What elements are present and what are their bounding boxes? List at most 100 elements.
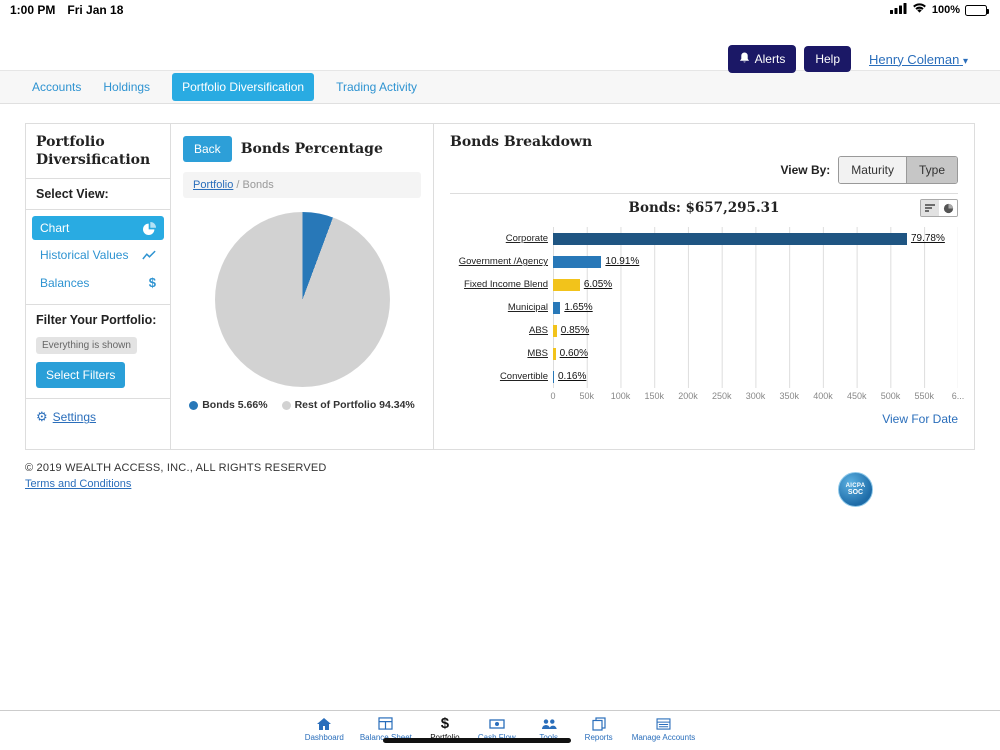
x-tick-label: 400k [813,391,833,401]
nav-item-dashboard[interactable]: Dashboard [305,716,344,742]
x-tick-label: 350k [779,391,799,401]
category-link-government-agency[interactable]: Government /Agency [450,256,553,267]
users-icon [541,716,557,731]
tab-trading-activity[interactable]: Trading Activity [336,80,417,94]
view-by-type-button[interactable]: Type [906,157,957,183]
select-filters-button[interactable]: Select Filters [36,362,125,388]
category-link-mbs[interactable]: MBS [450,348,553,359]
bar-row: Corporate 79.78% [450,227,958,250]
legend-label: Rest of Portfolio 94.34% [295,399,415,411]
home-indicator[interactable] [383,738,571,743]
x-tick-label: 200k [678,391,698,401]
bar-percent-label[interactable]: 0.16% [558,371,586,382]
bar-row: Convertible 0.16% [450,365,958,388]
status-date: Fri Jan 18 [67,3,123,17]
x-tick-label: 100k [611,391,631,401]
bonds-breakdown-panel: Bonds Breakdown View By: Maturity Type B… [434,124,974,449]
dollar-icon: $ [149,275,156,290]
bonds-total-title: Bonds: $657,295.31 [629,200,780,216]
bar-chart: Corporate 79.78% Government /Agency 10.91% F… [450,227,958,404]
bar-convertible [553,371,554,383]
category-link-municipal[interactable]: Municipal [450,302,553,313]
tab-bar: Accounts Holdings Portfolio Diversificatio… [0,70,1000,104]
view-item-historical-values[interactable]: Historical Values [32,243,164,267]
x-tick-label: 150k [644,391,664,401]
settings-label: Settings [53,410,96,424]
filter-status-badge: Everything is shown [36,337,137,354]
category-link-fixed-income-blend[interactable]: Fixed Income Blend [450,279,553,290]
sidebar-title: Portfolio Diversification [26,124,170,179]
nav-item-label: Dashboard [305,733,344,742]
legend-dot-icon [189,401,198,410]
view-item-chart[interactable]: Chart [32,216,164,240]
settings-link[interactable]: ⚙ Settings [26,398,170,435]
legend-dot-icon [282,401,291,410]
pie-chart-toggle-icon[interactable] [939,200,957,216]
x-tick-label: 50k [579,391,594,401]
battery-percent: 100% [932,4,960,16]
breadcrumb-portfolio-link[interactable]: Portfolio [193,179,233,191]
category-link-convertible[interactable]: Convertible [450,371,553,382]
bar-row: ABS 0.85% [450,319,958,342]
bar-track: 79.78% [553,227,958,250]
back-button[interactable]: Back [183,136,232,162]
bar-percent-label[interactable]: 0.60% [560,348,588,359]
breadcrumb: Portfolio / Bonds [183,172,421,198]
user-name: Henry Coleman [869,52,959,67]
bar-percent-label[interactable]: 0.85% [561,325,589,336]
bar-percent-label[interactable]: 10.91% [605,256,639,267]
terms-link[interactable]: Terms and Conditions [25,478,131,490]
filter-portfolio-label: Filter Your Portfolio: [26,305,170,335]
nav-item-manage-accounts[interactable]: Manage Accounts [632,716,696,742]
tab-accounts[interactable]: Accounts [32,80,81,94]
bar-abs [553,325,557,337]
bar-mbs [553,348,556,360]
bottom-nav: DashboardBalance Sheet$PortfolioCash Flo… [0,710,1000,750]
pie-chart[interactable] [215,212,390,387]
view-by-group: Maturity Type [838,156,958,184]
bar-track: 0.60% [553,342,958,365]
x-tick-label: 550k [914,391,934,401]
user-menu[interactable]: Henry Coleman ▾ [869,52,968,67]
nav-item-reports[interactable]: Reports [582,716,616,742]
view-for-date-link[interactable]: View For Date [450,412,958,426]
x-tick-label: 300k [746,391,766,401]
header-actions: Alerts Help Henry Coleman ▾ [728,45,968,73]
cellular-signal-icon [890,3,907,17]
bell-icon [739,51,750,67]
legend-item-bonds-5-66: Bonds 5.66% [189,399,267,411]
alerts-button[interactable]: Alerts [728,45,797,73]
aicpa-soc-badge: AICPA SOC [838,472,873,507]
bar-percent-label[interactable]: 79.78% [911,233,945,244]
help-button-label: Help [815,52,840,66]
bar-chart-toggle-icon[interactable] [921,200,939,216]
legend-label: Bonds 5.66% [202,399,267,411]
category-link-abs[interactable]: ABS [450,325,553,336]
tab-portfolio-diversification[interactable]: Portfolio Diversification [172,73,314,101]
bar-percent-label[interactable]: 1.65% [564,302,592,313]
reports-icon [592,716,606,731]
status-time: 1:00 PM [10,3,55,17]
status-left: 1:00 PM Fri Jan 18 [10,3,123,17]
chart-type-toggle [920,199,958,217]
view-item-label: Historical Values [40,248,128,262]
view-item-label: Balances [40,276,89,290]
nav-item-label: Reports [585,733,613,742]
category-link-corporate[interactable]: Corporate [450,233,553,244]
help-button[interactable]: Help [804,46,851,72]
main-card: Portfolio Diversification Select View: C… [25,123,975,450]
chart-rows: Corporate 79.78% Government /Agency 10.91% F… [450,227,958,388]
view-by-maturity-button[interactable]: Maturity [839,157,906,183]
tab-holdings[interactable]: Holdings [103,80,150,94]
chart-x-axis: 050k100k150k200k250k300k350k400k450k500k… [553,388,958,404]
bonds-percentage-header: Back Bonds Percentage [171,124,433,170]
home-icon [316,716,332,731]
view-item-balances[interactable]: Balances $ [32,270,164,295]
bar-row: Government /Agency 10.91% [450,250,958,273]
select-view-label: Select View: [26,179,170,210]
bar-percent-label[interactable]: 6.05% [584,279,612,290]
aicpa-badge-bottom-label: SOC [848,489,863,496]
view-item-label: Chart [40,221,69,235]
bar-municipal [553,302,560,314]
chart-header: Bonds: $657,295.31 [450,199,958,219]
